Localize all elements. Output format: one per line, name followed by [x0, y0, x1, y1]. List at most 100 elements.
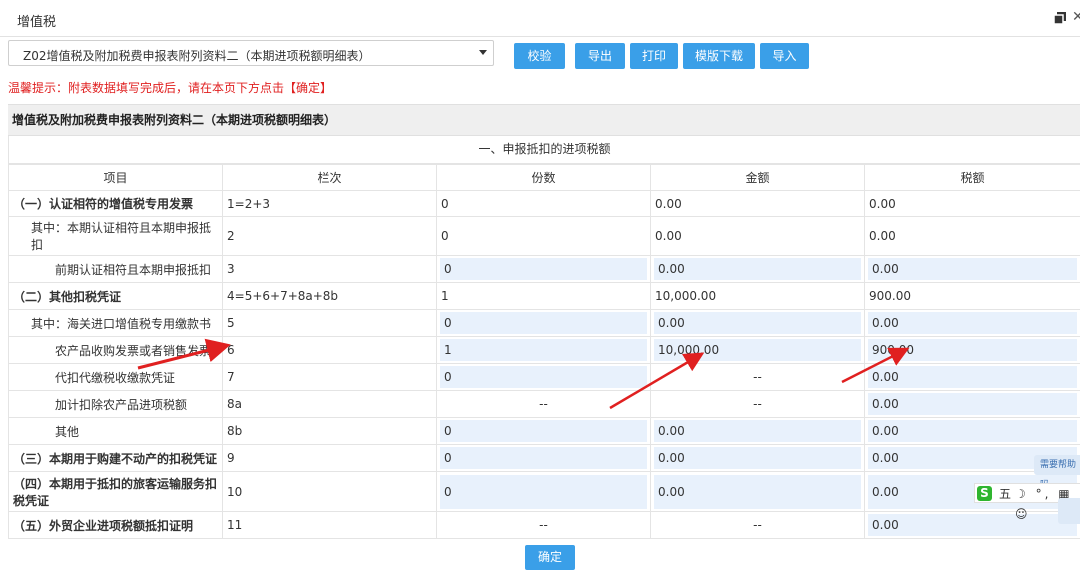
table-row: 代扣代缴税收缴款凭证 7 0 -- 0.00 [8, 363, 1080, 391]
input-tax-table: 项目 栏次 份数 金额 税额 （一）认证相符的增值税专用发票 1=2+3 0 0… [8, 164, 1080, 539]
copies-cell: 0 [436, 417, 651, 445]
header-code: 栏次 [222, 164, 437, 191]
row-code: 11 [222, 511, 437, 539]
amount-input[interactable]: 0.00 [654, 474, 861, 509]
report-select[interactable]: Z02增值税及附加税费申报表附列资料二（本期进项税额明细表） [8, 40, 494, 66]
tax-cell: 0.00 [864, 190, 1080, 217]
tax-input[interactable]: 0.00 [868, 312, 1077, 334]
restore-icon[interactable] [1054, 12, 1066, 24]
copies-cell: 1 [436, 282, 651, 310]
row-code: 6 [222, 336, 437, 364]
amount-cell: 10,000.00 [650, 282, 865, 310]
ime-lang: 五 [999, 487, 1012, 501]
report-select-value: Z02增值税及附加税费申报表附列资料二（本期进项税额明细表） [23, 49, 371, 63]
table-row: 加计扣除农产品进项税额 8a -- -- 0.00 [8, 390, 1080, 418]
copies-input[interactable]: 1 [440, 339, 647, 361]
tax-input[interactable]: 0.00 [868, 366, 1077, 388]
print-button[interactable]: 打印 [630, 43, 678, 69]
tax-cell: 0.00 [864, 255, 1080, 283]
table-row: 其中：本期认证相符且本期申报抵扣 2 0 0.00 0.00 [8, 216, 1080, 256]
table-row: 其中：海关进口增值税专用缴款书 5 0 0.00 0.00 [8, 309, 1080, 337]
tax-cell: 0.00 [864, 216, 1080, 256]
row-code: 8a [222, 390, 437, 418]
copies-cell: 0 [436, 216, 651, 256]
row-code: 2 [222, 216, 437, 256]
copies-cell: 0 [436, 190, 651, 217]
amount-cell: 0.00 [650, 216, 865, 256]
amount-cell: 0.00 [650, 255, 865, 283]
copies-input[interactable]: 0 [440, 420, 647, 442]
tax-input[interactable]: 0.00 [868, 420, 1077, 442]
row-code: 8b [222, 417, 437, 445]
copies-cell: -- [436, 390, 651, 418]
export-button[interactable]: 导出 [575, 43, 625, 69]
row-item: （三）本期用于购建不动产的扣税凭证 [8, 444, 223, 472]
template-download-button[interactable]: 模版下载 [683, 43, 755, 69]
amount-input[interactable]: 0.00 [654, 312, 861, 334]
row-code: 7 [222, 363, 437, 391]
amount-cell: 0.00 [650, 444, 865, 472]
amount-input[interactable]: 10,000.00 [654, 339, 861, 361]
copies-input[interactable]: 0 [440, 474, 647, 509]
copies-cell: -- [436, 511, 651, 539]
help-tab[interactable]: 需要帮助吗 [1034, 455, 1080, 490]
copies-cell: 0 [436, 309, 651, 337]
row-item: 加计扣除农产品进项税额 [8, 390, 223, 418]
table-row: （一）认证相符的增值税专用发票 1=2+3 0 0.00 0.00 [8, 190, 1080, 217]
amount-cell: -- [650, 390, 865, 418]
tax-input[interactable]: 0.00 [868, 393, 1077, 415]
row-item: （二）其他扣税凭证 [8, 282, 223, 310]
warm-tip: 温馨提示：附表数据填写完成后，请在本页下方点击【确定】 [8, 81, 333, 95]
validate-button[interactable]: 校验 [514, 43, 565, 69]
copies-input[interactable]: 0 [440, 312, 647, 334]
tax-input[interactable]: 900.00 [868, 339, 1077, 361]
tax-cell: 0.00 [864, 417, 1080, 445]
window-titlebar: 增值税 ✕ [0, 0, 1080, 37]
table-row: （三）本期用于购建不动产的扣税凭证 9 0 0.00 0.00 [8, 444, 1080, 472]
sogou-logo-icon: S [977, 486, 992, 501]
copies-input[interactable]: 0 [440, 366, 647, 388]
close-icon[interactable]: ✕ [1072, 9, 1080, 25]
amount-input[interactable]: 0.00 [654, 447, 861, 469]
amount-cell: 0.00 [650, 190, 865, 217]
table-row: （四）本期用于抵扣的旅客运输服务扣税凭证 10 0 0.00 0.00 [8, 471, 1080, 512]
header-copies: 份数 [436, 164, 651, 191]
amount-cell: -- [650, 363, 865, 391]
import-button[interactable]: 导入 [760, 43, 809, 69]
chevron-down-icon [479, 50, 487, 55]
row-code: 3 [222, 255, 437, 283]
tax-cell: 0.00 [864, 363, 1080, 391]
amount-cell: 10,000.00 [650, 336, 865, 364]
copies-input[interactable]: 0 [440, 258, 647, 280]
tax-cell: 0.00 [864, 309, 1080, 337]
tax-cell: 900.00 [864, 336, 1080, 364]
toolbar: Z02增值税及附加税费申报表附列资料二（本期进项税额明细表） 校验 导出 打印 … [0, 38, 1080, 72]
amount-input[interactable]: 0.00 [654, 420, 861, 442]
row-code: 9 [222, 444, 437, 472]
side-widget-icon[interactable] [1058, 498, 1080, 524]
table-row: （二）其他扣税凭证 4=5+6+7+8a+8b 1 10,000.00 900.… [8, 282, 1080, 310]
table-row: （五）外贸企业进项税额抵扣证明 11 -- -- 0.00 [8, 511, 1080, 539]
row-item: 其他 [8, 417, 223, 445]
window-title: 增值税 [17, 15, 57, 30]
tax-cell: 900.00 [864, 282, 1080, 310]
tax-cell: 0.00 [864, 390, 1080, 418]
row-code: 5 [222, 309, 437, 337]
row-item: 农产品收购发票或者销售发票 [8, 336, 223, 364]
tax-input[interactable]: 0.00 [868, 258, 1077, 280]
amount-cell: 0.00 [650, 471, 865, 512]
row-item: （一）认证相符的增值税专用发票 [8, 190, 223, 217]
confirm-button[interactable]: 确定 [525, 545, 575, 570]
row-item: 其中：海关进口增值税专用缴款书 [8, 309, 223, 337]
copies-cell: 0 [436, 363, 651, 391]
amount-input[interactable]: 0.00 [654, 258, 861, 280]
row-item: 前期认证相符且本期申报抵扣 [8, 255, 223, 283]
row-code: 4=5+6+7+8a+8b [222, 282, 437, 310]
header-amount: 金额 [650, 164, 865, 191]
copies-input[interactable]: 0 [440, 447, 647, 469]
copies-cell: 1 [436, 336, 651, 364]
copies-cell: 0 [436, 471, 651, 512]
header-item: 项目 [8, 164, 223, 191]
row-item: 其中：本期认证相符且本期申报抵扣 [8, 216, 223, 256]
row-item: （五）外贸企业进项税额抵扣证明 [8, 511, 223, 539]
